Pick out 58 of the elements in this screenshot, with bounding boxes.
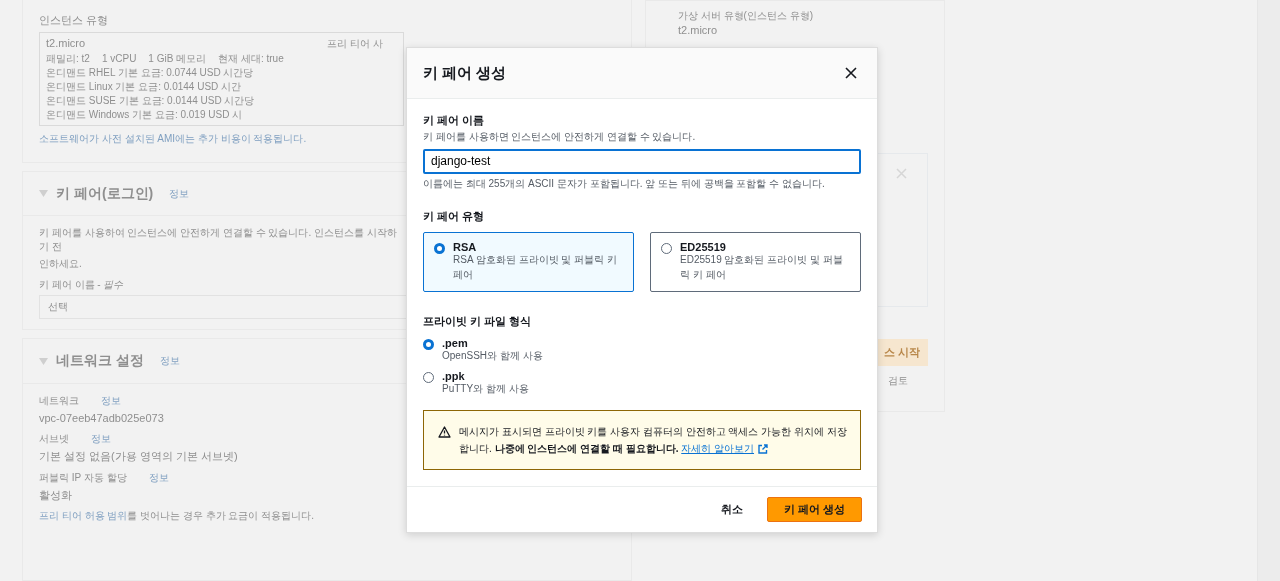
price-text: 온디맨드 Windows 기본 요금: 0.019 USD 시 <box>46 107 243 122</box>
section-title: 키 페어(로그인) <box>56 183 154 203</box>
field-description: 키 페어를 사용하면 인스턴스에 안전하게 연결할 수 있습니다. <box>423 130 697 144</box>
caret-icon[interactable] <box>39 357 48 365</box>
section-description: 인하세요. <box>39 257 82 272</box>
field-label: 키 페어 이름 <box>423 113 486 128</box>
key-type-option[interactable]: ED25519 ED25519 암호화된 프라이빗 및 퍼블릭 키 페어 <box>650 232 861 292</box>
section-description: 키 페어를 사용하여 인스턴스에 안전하게 연결할 수 있습니다. 인스턴스를 시작하기 전 <box>39 226 398 255</box>
info-link[interactable]: 정보 <box>101 393 121 408</box>
create-button[interactable]: 키 페어 생성 <box>766 497 862 522</box>
external-link-icon <box>758 443 769 454</box>
spec-text: 현재 세대: true <box>218 51 284 66</box>
warning-icon <box>438 426 451 438</box>
info-link[interactable]: 정보 <box>169 186 190 201</box>
option-description: PuTTY와 함께 사용 <box>442 382 529 396</box>
field-constraint: 이름에는 최대 255개의 ASCII 문자가 포함됩니다. 앞 또는 뒤에 공백을 포함할 수 없습니다. <box>423 176 826 191</box>
launch-button[interactable]: 스 시작 <box>875 339 928 367</box>
option-label: .pem <box>442 337 469 349</box>
field-value: 기본 설정 없음(가용 영역의 기본 서브넷) <box>39 449 238 465</box>
price-text: 온디맨드 Linux 기본 요금: 0.0144 USD 시간 <box>46 79 242 94</box>
info-link[interactable]: 정보 <box>148 470 169 485</box>
field-label: 네트워크 <box>39 393 79 408</box>
info-link[interactable]: 정보 <box>159 354 180 369</box>
radio-button[interactable] <box>423 339 434 350</box>
instance-type-box[interactable]: t2.micro 프리 티어 사 패밀리: t2 1 vCPU 1 GiB 메모리 현재 세대: true 온디맨드 RHEL 기본 요금: 0.0744 USD 시간당 온디맨드 Linux 기본 요금: 0.0144 USD 시간 온디맨드 SUSE 기본 요금: 0.0144 USD 시간당 온디맨드 Windows 기본 요금: 0.019 USD 시 <box>39 32 404 126</box>
field-label: 서브넷 <box>39 432 69 447</box>
summary-value: t2.micro <box>678 23 718 38</box>
free-tier-link[interactable]: 프리 티어 허용 범위 <box>39 510 128 522</box>
field-label: 키 페어 이름 - 필수 <box>39 278 124 293</box>
field-value: 활성화 <box>39 487 72 503</box>
learn-more-link[interactable]: 자세히 알아보기 <box>681 440 769 457</box>
price-text: 온디맨드 RHEL 기본 요금: 0.0744 USD 시간당 <box>46 65 254 80</box>
option-label: .ppk <box>442 369 466 382</box>
radio-button[interactable] <box>423 371 434 383</box>
caret-icon[interactable] <box>39 190 48 198</box>
alert-message: 메시지가 표시되면 프라이빗 키를 사용자 컴퓨터의 안전하고 액세스 가능한 위치에 저장합니다. 나중에 인스턴스에 연결할 때 필요합니다. 자세히 알아보기 <box>459 423 850 457</box>
section-title: 네트워크 설정 <box>56 351 144 371</box>
spec-text: 패밀리: t2 <box>46 51 90 66</box>
dialog-title: 키 페어 생성 <box>423 63 507 83</box>
spec-text: 1 GiB 메모리 <box>148 51 207 66</box>
key-type-option[interactable]: RSA RSA 암호화된 프라이빗 및 퍼블릭 키 페어 <box>423 232 634 292</box>
close-icon[interactable] <box>896 168 907 180</box>
cancel-button[interactable]: 취소 <box>704 497 759 522</box>
ami-cost-link[interactable]: 소프트웨어가 사전 설치된 AMI에는 추가 비용이 적용됩니다. <box>39 131 307 146</box>
spec-text: 1 vCPU <box>101 51 137 66</box>
review-link[interactable]: 검토 <box>888 374 908 389</box>
key-pair-name-input[interactable]: django-test <box>423 148 861 174</box>
info-link[interactable]: 정보 <box>91 432 111 447</box>
free-tier-label: 프리 티어 사 <box>327 37 383 52</box>
field-value: vpc-07eeb47adb025e073 <box>39 410 164 426</box>
field-label: 키 페어 유형 <box>423 209 486 224</box>
instance-name: t2.micro <box>46 36 86 52</box>
price-text: 온디맨드 SUSE 기본 요금: 0.0144 USD 시간당 <box>46 93 255 108</box>
free-tier-note: 프리 티어 허용 범위를 벗어나는 경우 추가 요금이 적용됩니다. <box>39 509 314 524</box>
section-label: 인스턴스 유형 <box>39 13 109 28</box>
field-label: 퍼블릭 IP 자동 할당 <box>39 470 127 485</box>
option-description: OpenSSH와 함께 사용 <box>442 349 543 363</box>
summary-label: 가상 서버 유형(인스턴스 유형) <box>678 9 813 23</box>
